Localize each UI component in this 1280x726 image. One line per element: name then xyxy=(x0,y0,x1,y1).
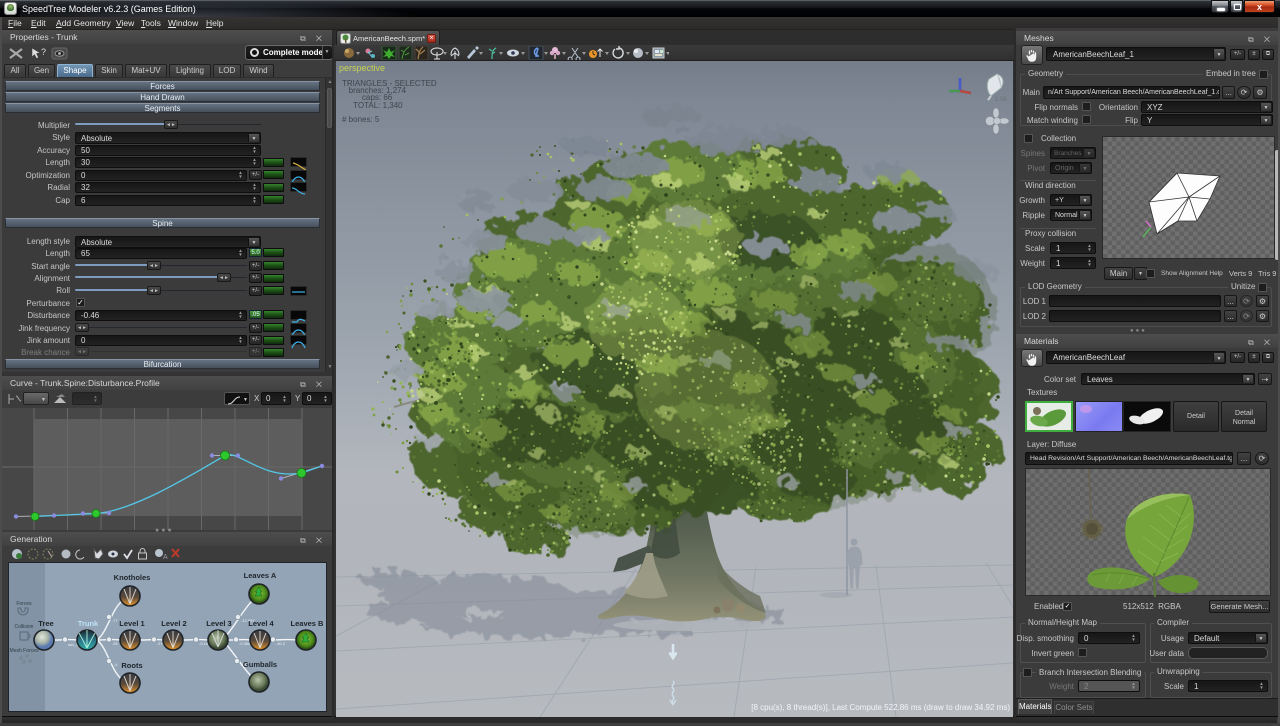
svg-text:?: ? xyxy=(41,47,46,57)
svg-text:A: A xyxy=(163,554,168,561)
svg-text:Leaves A: Leaves A xyxy=(244,571,277,580)
svg-text:Trunk: Trunk xyxy=(78,619,99,628)
svg-text:Level 1: Level 1 xyxy=(119,619,144,628)
svg-text:Knotholes: Knotholes xyxy=(114,573,151,582)
svg-text:-40.2: -40.2 xyxy=(276,641,286,646)
svg-text:Gumballs: Gumballs xyxy=(243,660,277,669)
svg-text:Level 3: Level 3 xyxy=(206,619,231,628)
svg-text:Roots: Roots xyxy=(121,661,142,670)
svg-text:.28: .28 xyxy=(112,641,118,646)
svg-text:.77: .77 xyxy=(112,618,118,623)
svg-text:Tree: Tree xyxy=(38,619,53,628)
svg-text:Forces: Forces xyxy=(16,601,32,607)
svg-text:-0.366: -0.366 xyxy=(239,641,251,646)
svg-text:1.08: 1.08 xyxy=(995,97,1007,102)
svg-text:Level 4: Level 4 xyxy=(248,619,274,628)
svg-text:Mesh Forces: Mesh Forces xyxy=(10,648,39,654)
svg-text:.4: .4 xyxy=(114,662,118,667)
svg-text:Leaves B: Leaves B xyxy=(291,619,325,628)
svg-text:Collision: Collision xyxy=(15,624,34,630)
svg-text:Level 2: Level 2 xyxy=(161,619,186,628)
